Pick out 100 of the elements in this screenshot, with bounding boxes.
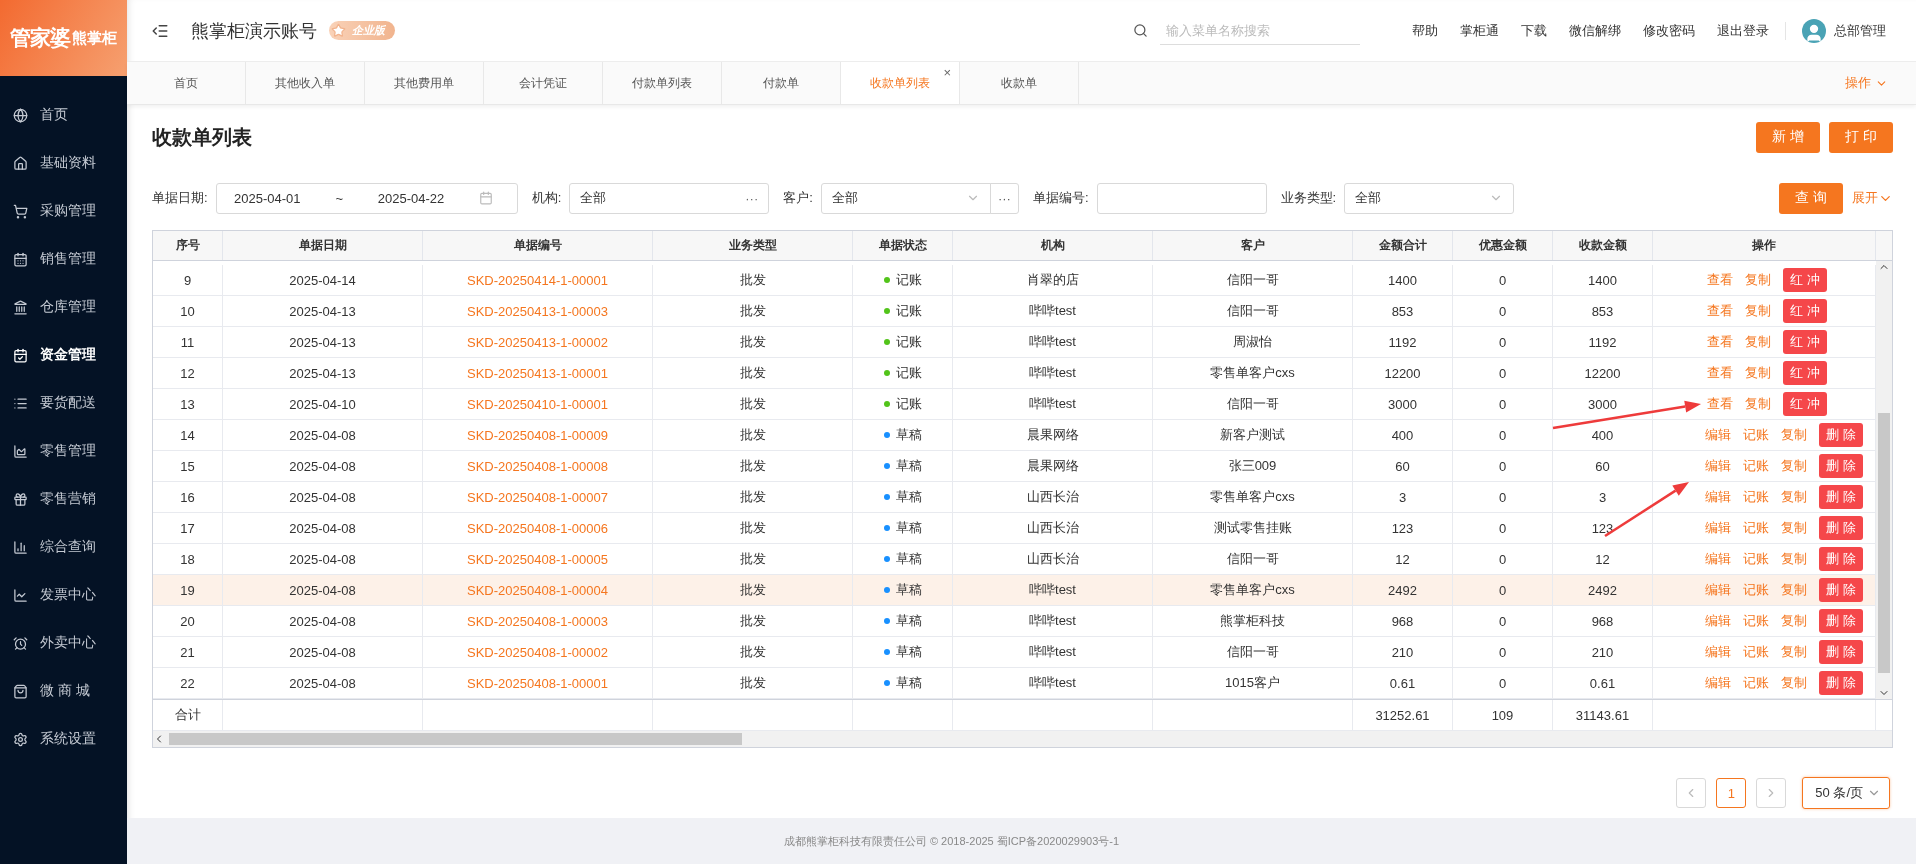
danger-button[interactable]: 删 除 (1819, 485, 1863, 509)
page-tab[interactable]: 付款单列表 (603, 62, 722, 104)
action-link[interactable]: 编辑 (1705, 612, 1732, 630)
type-select[interactable]: 全部 (1344, 182, 1515, 214)
sidebar-item[interactable]: 综合查询 (0, 523, 127, 571)
action-button[interactable]: 打 印 (1829, 121, 1893, 153)
danger-button[interactable]: 删 除 (1819, 640, 1863, 664)
danger-button[interactable]: 红 冲 (1783, 330, 1827, 354)
date-range-field[interactable]: 2025-04-01 ~ 2025-04-22 (215, 182, 518, 214)
action-link[interactable]: 编辑 (1705, 581, 1732, 599)
action-link[interactable]: 复制 (1781, 674, 1808, 692)
action-link[interactable]: 记账 (1743, 643, 1770, 661)
danger-button[interactable]: 删 除 (1819, 578, 1863, 602)
table-row[interactable]: 18 2025-04-08 SKD-20250408-1-00005 批发 草稿 山西长治 信阳一哥 12 0 12 编辑 记账 复制 删 除 (153, 544, 1876, 575)
document-link[interactable]: SKD-20250408-1-00003 (423, 606, 653, 636)
table-row[interactable]: 16 2025-04-08 SKD-20250408-1-00007 批发 草稿 山西长治 零售单客户cxs 3 0 3 编辑 记账 复制 删 除 (153, 482, 1876, 513)
page-tab[interactable]: 收款单列表 × (841, 62, 960, 104)
page-tab[interactable]: 首页 (127, 62, 246, 104)
action-link[interactable]: 查看 (1707, 271, 1734, 289)
action-link[interactable]: 复制 (1781, 519, 1808, 537)
sidebar-item[interactable]: 要货配送 (0, 379, 127, 427)
danger-button[interactable]: 红 冲 (1783, 299, 1827, 323)
danger-button[interactable]: 删 除 (1819, 454, 1863, 478)
action-link[interactable]: 复制 (1781, 457, 1808, 475)
customer-select[interactable]: 全部 (820, 182, 991, 214)
action-link[interactable]: 复制 (1781, 550, 1808, 568)
document-link[interactable]: SKD-20250413-1-00002 (423, 327, 653, 357)
action-link[interactable]: 记账 (1743, 612, 1770, 630)
danger-button[interactable]: 删 除 (1819, 671, 1863, 695)
table-row[interactable]: 13 2025-04-10 SKD-20250410-1-00001 批发 记账 哔哔test 信阳一哥 3000 0 3000 查看 复制 红 冲 (153, 389, 1876, 420)
sidebar-item[interactable]: 零售管理 (0, 427, 127, 475)
user-name[interactable]: 总部管理 (1834, 21, 1886, 40)
action-link[interactable]: 记账 (1743, 457, 1770, 475)
danger-button[interactable]: 红 冲 (1783, 392, 1827, 416)
action-link[interactable]: 记账 (1743, 581, 1770, 599)
action-link[interactable]: 复制 (1745, 302, 1772, 320)
danger-button[interactable]: 删 除 (1819, 609, 1863, 633)
table-row[interactable]: 15 2025-04-08 SKD-20250408-1-00008 批发 草稿 晨果网络 张三009 60 0 60 编辑 记账 复制 删 除 (153, 451, 1876, 482)
action-link[interactable]: 复制 (1745, 333, 1772, 351)
action-link[interactable]: 复制 (1781, 581, 1808, 599)
action-link[interactable]: 记账 (1743, 488, 1770, 506)
avatar[interactable] (1802, 18, 1826, 43)
action-link[interactable]: 记账 (1743, 550, 1770, 568)
header-link[interactable]: 微信解绑 (1569, 21, 1621, 40)
page-tab[interactable]: 会计凭证 (484, 62, 603, 104)
search-button[interactable]: 查 询 (1779, 182, 1843, 214)
action-link[interactable]: 记账 (1743, 426, 1770, 444)
document-link[interactable]: SKD-20250408-1-00004 (423, 575, 653, 605)
table-row[interactable]: 14 2025-04-08 SKD-20250408-1-00009 批发 草稿 晨果网络 新客户测试 400 0 400 编辑 记账 复制 删 除 (153, 420, 1876, 451)
scrollbar-thumb[interactable] (169, 733, 742, 745)
table-row[interactable]: 10 2025-04-13 SKD-20250413-1-00003 批发 记账 哔哔test 信阳一哥 853 0 853 查看 复制 红 冲 (153, 296, 1876, 327)
action-link[interactable]: 编辑 (1705, 519, 1732, 537)
header-link[interactable]: 修改密码 (1643, 21, 1695, 40)
document-link[interactable]: SKD-20250413-1-00001 (423, 358, 653, 388)
header-link[interactable]: 下载 (1521, 21, 1547, 40)
header-link[interactable]: 帮助 (1412, 21, 1438, 40)
previous-page-button[interactable] (1676, 778, 1707, 808)
table-row[interactable]: 12 2025-04-13 SKD-20250413-1-00001 批发 记账 哔哔test 零售单客户cxs 12200 0 12200 查看 复制 红 冲 (153, 358, 1876, 389)
action-link[interactable]: 编辑 (1705, 643, 1732, 661)
sidebar-item[interactable]: 零售营销 (0, 475, 127, 523)
page-tab[interactable]: 收款单 (960, 62, 1079, 104)
table-row[interactable]: 11 2025-04-13 SKD-20250413-1-00002 批发 记账 哔哔test 周淑怡 1192 0 1192 查看 复制 红 冲 (153, 327, 1876, 358)
danger-button[interactable]: 红 冲 (1783, 361, 1827, 385)
sidebar-item[interactable]: 首页 (0, 91, 127, 139)
action-link[interactable]: 复制 (1745, 271, 1772, 289)
sidebar-item[interactable]: 外卖中心 (0, 619, 127, 667)
document-link[interactable]: SKD-20250408-1-00001 (423, 668, 653, 698)
danger-button[interactable]: 删 除 (1819, 516, 1863, 540)
sidebar-item[interactable]: 基础资料 (0, 139, 127, 187)
table-row[interactable]: 22 2025-04-08 SKD-20250408-1-00001 批发 草稿 哔哔test 1015客户 0.61 0 0.61 编辑 记账 复制 删 除 (153, 668, 1876, 699)
scrollbar-thumb[interactable] (1878, 413, 1890, 673)
document-link[interactable]: SKD-20250408-1-00007 (423, 482, 653, 512)
action-link[interactable]: 复制 (1781, 643, 1808, 661)
page-button[interactable]: 1 (1716, 778, 1747, 808)
action-link[interactable]: 编辑 (1705, 674, 1732, 692)
page-tab[interactable]: 其他收入单 (246, 62, 365, 104)
action-link[interactable]: 复制 (1781, 426, 1808, 444)
action-link[interactable]: 记账 (1743, 519, 1770, 537)
header-link[interactable]: 掌柜通 (1460, 21, 1499, 40)
page-size-select[interactable]: 50 条/页 (1802, 777, 1890, 809)
horizontal-scrollbar[interactable] (153, 730, 1892, 747)
sidebar-item[interactable]: 采购管理 (0, 187, 127, 235)
document-link[interactable]: SKD-20250410-1-00001 (423, 389, 653, 419)
action-link[interactable]: 复制 (1781, 488, 1808, 506)
sidebar-item[interactable]: 系统设置 (0, 715, 127, 763)
document-link[interactable]: SKD-20250408-1-00006 (423, 513, 653, 543)
org-select[interactable]: 全部 ··· (569, 182, 770, 214)
danger-button[interactable]: 删 除 (1819, 423, 1863, 447)
action-link[interactable]: 查看 (1707, 364, 1734, 382)
sidebar-item[interactable]: 销售管理 (0, 235, 127, 283)
close-icon[interactable]: × (943, 65, 951, 80)
action-link[interactable]: 查看 (1707, 302, 1734, 320)
action-link[interactable]: 复制 (1781, 612, 1808, 630)
action-button[interactable]: 新 增 (1756, 121, 1821, 153)
danger-button[interactable]: 红 冲 (1783, 268, 1827, 292)
action-link[interactable]: 复制 (1745, 395, 1772, 413)
page-tab[interactable]: 其他费用单 (365, 62, 484, 104)
action-link[interactable]: 复制 (1745, 364, 1772, 382)
action-link[interactable]: 编辑 (1705, 426, 1732, 444)
sidebar-item[interactable]: 发票中心 (0, 571, 127, 619)
